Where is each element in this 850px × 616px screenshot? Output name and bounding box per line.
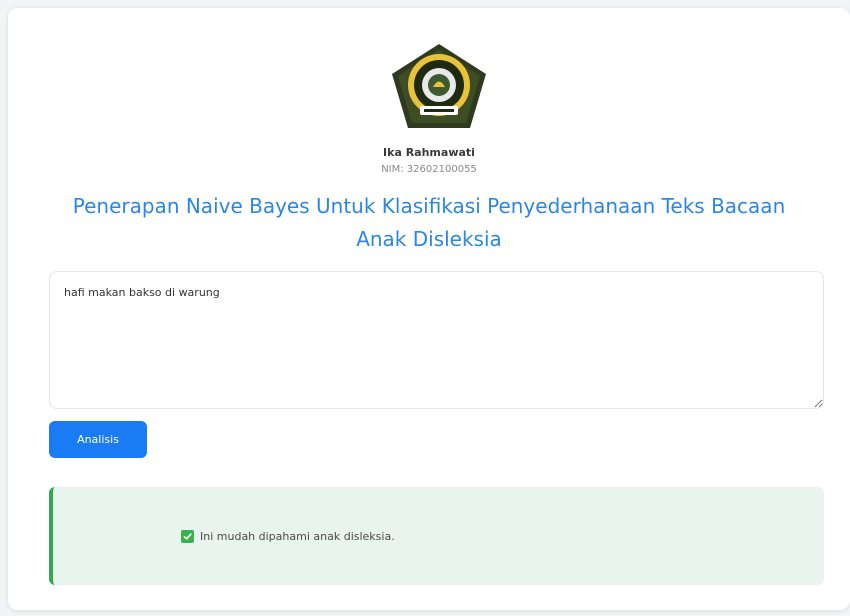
main-card: Ika Rahmawati NIM: 32602100055 Penerapan… bbox=[8, 8, 850, 610]
result-content: Ini mudah dipahami anak disleksia. bbox=[181, 530, 395, 543]
author-name: Ika Rahmawati bbox=[383, 146, 475, 159]
result-message: Ini mudah dipahami anak disleksia. bbox=[200, 530, 395, 543]
analyze-button[interactable]: Analisis bbox=[49, 421, 147, 458]
page-title: Penerapan Naive Bayes Untuk Klasifikasi … bbox=[72, 194, 786, 251]
text-input[interactable] bbox=[49, 271, 824, 409]
student-id: NIM: 32602100055 bbox=[381, 164, 477, 175]
university-logo bbox=[392, 44, 486, 128]
check-icon bbox=[181, 530, 194, 543]
result-alert: Ini mudah dipahami anak disleksia. bbox=[49, 487, 824, 585]
text-input-wrapper bbox=[49, 271, 824, 409]
